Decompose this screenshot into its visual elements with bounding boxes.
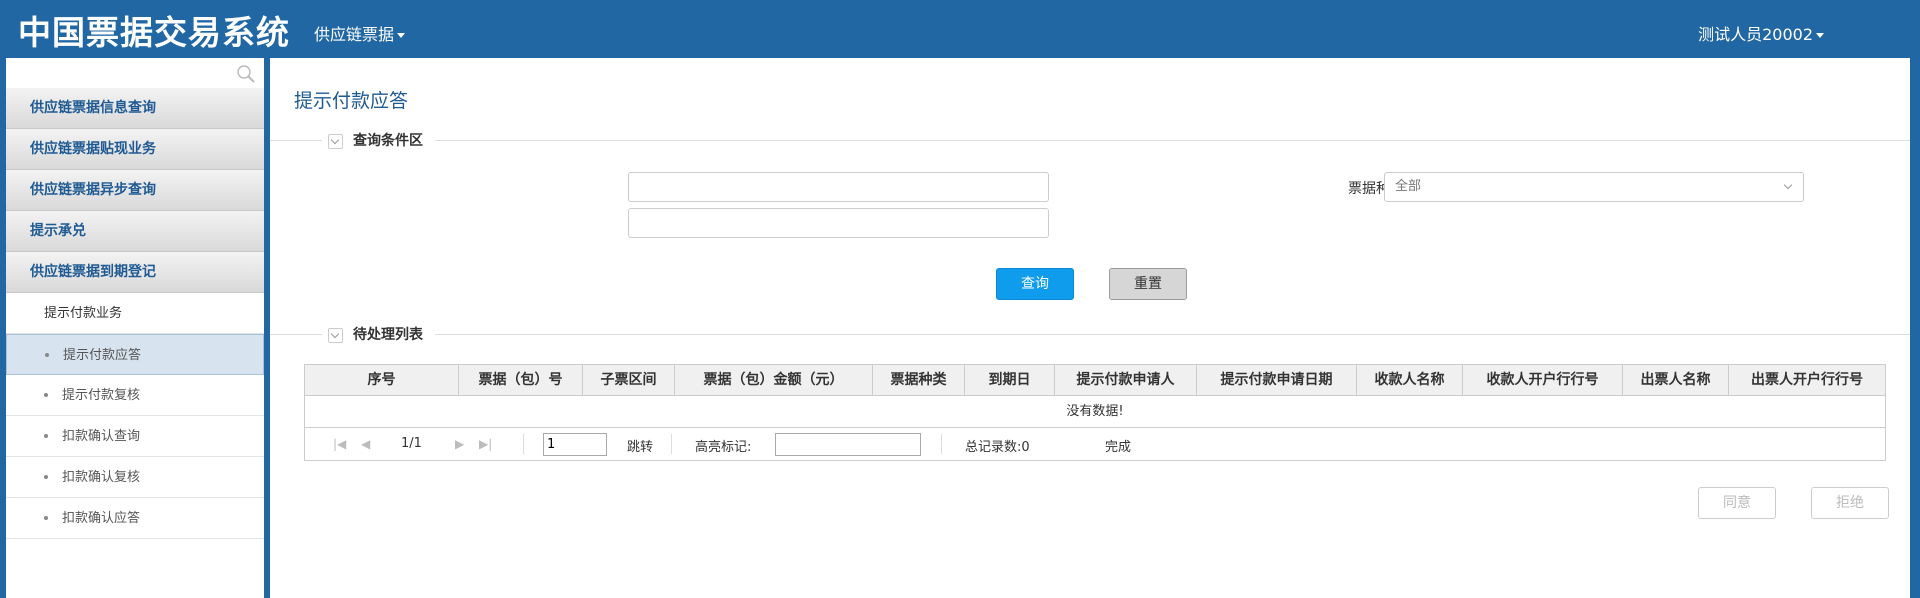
prev-page-icon[interactable]: ◀: [361, 437, 370, 451]
highlight-label: 高亮标记:: [695, 440, 752, 455]
total-records: 总记录数:0: [965, 440, 1030, 455]
supply-chain-bill-menu[interactable]: 供应链票据: [314, 21, 406, 45]
grid-empty-message: 没有数据!: [305, 396, 1885, 428]
sidebar-search: [6, 58, 264, 88]
nav-group-maturity-registration[interactable]: 供应链票据到期登记: [6, 252, 264, 293]
query-section-header[interactable]: 查询条件区: [270, 130, 1910, 150]
col-header[interactable]: 收款人开户行行号: [1463, 365, 1623, 395]
bullet-icon: [45, 353, 49, 357]
caret-down-icon: [1816, 33, 1824, 38]
chevron-down-icon[interactable]: [328, 327, 343, 343]
page-title: 提示付款应答: [294, 90, 409, 112]
nav-group-acceptance[interactable]: 提示承兑: [6, 211, 264, 252]
nav-item-label: 扣款确认查询: [62, 429, 141, 444]
jump-link[interactable]: 跳转: [627, 436, 653, 455]
sidebar: 供应链票据信息查询 供应链票据贴现业务 供应链票据异步查询 提示承兑 供应链票据…: [6, 58, 264, 598]
bullet-icon: [44, 475, 48, 479]
nav-group-bill-info-query[interactable]: 供应链票据信息查询: [6, 88, 264, 129]
divider: [671, 434, 672, 454]
bill-no-input[interactable]: [628, 172, 1049, 202]
page-number-input[interactable]: [543, 433, 607, 456]
list-section-header[interactable]: 待处理列表: [270, 324, 1910, 344]
chevron-down-icon: [1783, 180, 1793, 190]
bill-type-selected: 全部: [1395, 179, 1422, 194]
nav-item-deduction-query[interactable]: 扣款确认查询: [6, 416, 264, 457]
nav-item-label: 扣款确认复核: [62, 470, 141, 485]
nav-item-payment-review[interactable]: 提示付款复核: [6, 375, 264, 416]
main-panel: 提示付款应答 查询条件区 票据（包）号 提示付款申请人 票据种类 全部 查询 重…: [270, 58, 1910, 598]
caret-down-icon: [397, 33, 406, 38]
reset-button[interactable]: 重置: [1109, 268, 1187, 300]
divider: [270, 334, 1910, 335]
app-title: 中国票据交易系统: [18, 13, 290, 52]
col-header[interactable]: 收款人名称: [1357, 365, 1463, 395]
col-header[interactable]: 出票人名称: [1623, 365, 1729, 395]
nav-item-label: 提示付款复核: [62, 388, 141, 403]
chevron-down-icon[interactable]: [328, 133, 343, 149]
bill-type-select[interactable]: 全部: [1384, 172, 1804, 202]
query-section-title-wrap: 查询条件区: [322, 130, 435, 150]
nav-item-payment-response[interactable]: 提示付款应答: [6, 334, 264, 375]
user-menu[interactable]: 测试人员20002: [1698, 21, 1824, 45]
nav-item-deduction-review[interactable]: 扣款确认复核: [6, 457, 264, 498]
agree-button[interactable]: 同意: [1698, 487, 1776, 519]
divider: [523, 434, 524, 454]
col-header[interactable]: 到期日: [965, 365, 1055, 395]
window-edge: [1910, 58, 1920, 598]
nav-item-label: 提示付款应答: [63, 348, 142, 363]
bullet-icon: [44, 393, 48, 397]
nav-item-deduction-response[interactable]: 扣款确认应答: [6, 498, 264, 539]
user-name: 测试人员20002: [1698, 25, 1813, 44]
col-header[interactable]: 子票区间: [583, 365, 675, 395]
divider: [270, 140, 1910, 141]
nav-group-discount-business[interactable]: 供应链票据贴现业务: [6, 129, 264, 170]
first-page-icon[interactable]: |◀: [333, 437, 346, 451]
sidebar-search-input[interactable]: [6, 58, 264, 88]
page-info: 1/1: [401, 436, 422, 451]
col-header[interactable]: 提示付款申请人: [1055, 365, 1197, 395]
grid-pager: |◀ ◀ 1/1 ▶ ▶| 跳转 高亮标记: 总记录数:0 完成: [305, 428, 1885, 460]
search-icon[interactable]: [236, 64, 256, 84]
pending-list-grid: 序号 票据（包）号 子票区间 票据（包）金额（元） 票据种类 到期日 提示付款申…: [304, 364, 1886, 461]
highlight-input[interactable]: [775, 433, 921, 456]
query-section-title: 查询条件区: [353, 133, 423, 149]
last-page-icon[interactable]: ▶|: [479, 437, 492, 451]
col-header[interactable]: 票据（包）金额（元）: [675, 365, 873, 395]
query-button[interactable]: 查询: [996, 268, 1074, 300]
nav-group-async-query[interactable]: 供应链票据异步查询: [6, 170, 264, 211]
supply-chain-bill-menu-label: 供应链票据: [314, 25, 395, 44]
col-header[interactable]: 票据（包）号: [459, 365, 583, 395]
col-header[interactable]: 提示付款申请日期: [1197, 365, 1357, 395]
list-section-title: 待处理列表: [353, 327, 423, 343]
nav-sub-payment-business[interactable]: 提示付款业务: [6, 293, 264, 334]
grid-header: 序号 票据（包）号 子票区间 票据（包）金额（元） 票据种类 到期日 提示付款申…: [305, 365, 1885, 396]
applicant-input[interactable]: [628, 208, 1049, 238]
divider: [941, 434, 942, 454]
app-header: 中国票据交易系统 供应链票据 测试人员20002: [0, 0, 1920, 58]
col-header[interactable]: 出票人开户行行号: [1729, 365, 1885, 395]
list-section-title-wrap: 待处理列表: [322, 324, 435, 344]
next-page-icon[interactable]: ▶: [455, 437, 464, 451]
reject-button[interactable]: 拒绝: [1811, 487, 1889, 519]
nav-item-label: 扣款确认应答: [62, 511, 141, 526]
col-header[interactable]: 序号: [305, 365, 459, 395]
col-header[interactable]: 票据种类: [873, 365, 965, 395]
load-status: 完成: [1105, 440, 1132, 455]
bullet-icon: [44, 434, 48, 438]
bullet-icon: [44, 516, 48, 520]
